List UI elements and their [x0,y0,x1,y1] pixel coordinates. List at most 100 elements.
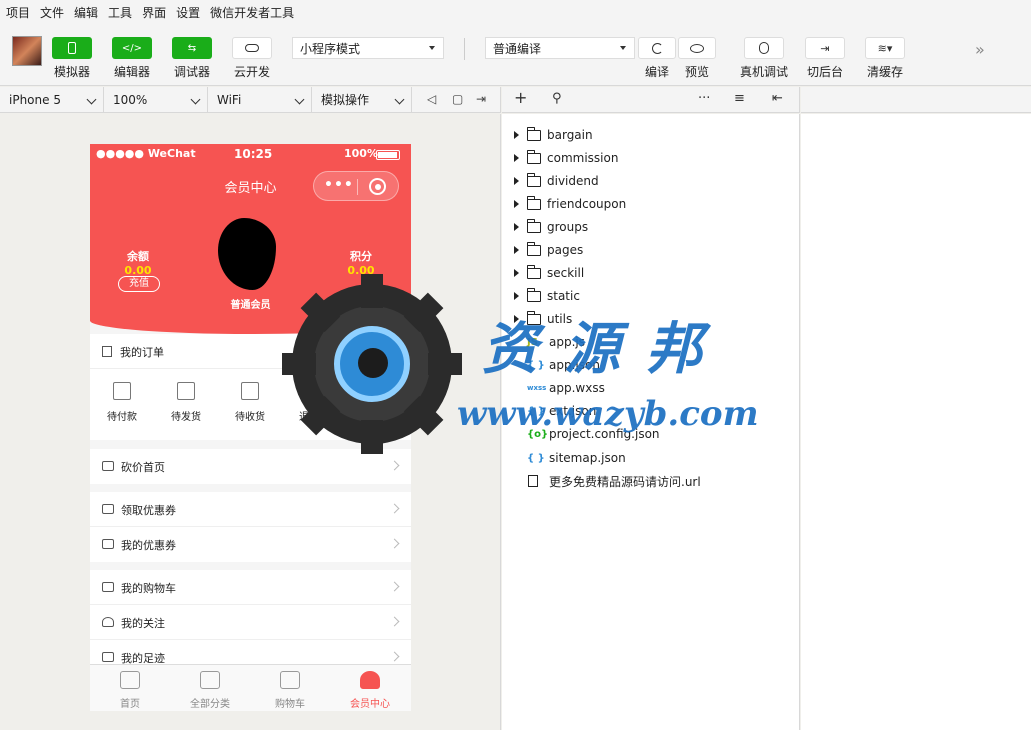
simulator-button[interactable]: 模拟器 [52,37,92,80]
remote-debug-button[interactable]: 真机调试 [740,37,788,80]
panel-toggle-icon[interactable]: ⇤ [772,91,783,106]
clear-cache-button[interactable]: ≋▾ 清缓存 [865,37,905,80]
tree-file[interactable]: 更多免费精品源码请访问.url [502,470,800,492]
tree-item-label: 更多免费精品源码请访问.url [549,474,701,489]
mode-select[interactable]: 小程序模式 [292,37,444,59]
device-value: iPhone 5 [9,92,61,107]
tree-folder[interactable]: static [502,285,800,307]
editor-button[interactable]: </> 编辑器 [112,37,152,80]
more-dots-icon[interactable]: ••• [324,177,354,193]
tag-icon [102,461,114,471]
config-file-icon: {o} [527,428,549,440]
order-pending-shipment[interactable]: 待发货 [156,382,216,423]
tree-file[interactable]: JS app.js [502,331,800,353]
tree-folder[interactable]: commission [502,147,800,169]
tree-item-label: project.config.json [549,427,660,441]
window-icon[interactable]: ▢ [452,92,463,106]
preview-button[interactable]: 预览 [678,37,716,80]
menu-file[interactable]: 文件 [40,4,64,21]
background-button[interactable]: ⇥ 切后台 [805,37,845,80]
tab-member[interactable]: 会员中心 [330,669,410,710]
menu-group-personal: 我的购物车 我的关注 我的足迹 [90,570,411,675]
footprint-icon [102,652,114,662]
capsule-menu[interactable]: ••• [313,171,399,201]
tree-folder[interactable]: bargain [502,124,800,146]
caret-down-icon [620,46,626,50]
order-returns[interactable]: 退换货 [284,382,344,423]
orders-header[interactable]: 我的订单 查看全 [90,334,411,369]
close-miniprogram-icon[interactable] [369,178,386,195]
order-history[interactable]: 足迹 [348,382,408,423]
tab-home[interactable]: 首页 [90,669,170,710]
caret-right-icon [514,131,519,139]
tree-item-label: dividend [547,174,599,188]
device-select[interactable]: iPhone 5 [0,87,104,112]
cloud-icon [245,44,259,52]
box-icon [241,382,259,400]
order-pending-payment[interactable]: 待付款 [92,382,152,423]
operation-select[interactable]: 模拟操作 [312,87,412,112]
tab-cart[interactable]: 购物车 [250,669,330,710]
avatar-redacted[interactable] [218,218,276,290]
tree-item-label: pages [547,243,584,257]
tree-folder[interactable]: seckill [502,262,800,284]
battery-icon [376,150,400,160]
menu-project[interactable]: 项目 [6,4,30,21]
tree-file[interactable]: { } app.json [502,354,800,376]
menu-settings[interactable]: 设置 [176,4,200,21]
more-icon[interactable]: ··· [698,91,710,106]
zoom-select[interactable]: 100% [104,87,208,112]
add-icon[interactable]: + [514,88,527,107]
list-item[interactable]: 我的优惠券 [90,527,411,562]
network-select[interactable]: WiFi [208,87,312,112]
tree-folder[interactable]: dividend [502,170,800,192]
list-item[interactable]: 砍价首页 [90,449,411,484]
compile-button[interactable]: 编译 [638,37,676,80]
list-item[interactable]: 领取优惠券 [90,492,411,527]
speaker-icon[interactable]: ◁ [427,92,436,106]
tree-item-label: seckill [547,266,585,280]
folder-icon [527,172,541,187]
recharge-button[interactable]: 充值 [118,276,160,292]
bug-icon [759,42,769,54]
folder-icon [527,241,541,256]
tab-categories[interactable]: 全部分类 [170,669,250,710]
json-file-icon: { } [527,405,545,417]
double-chevron-right-icon[interactable]: » [975,40,985,59]
tree-file[interactable]: { } ext.json [502,400,800,422]
cloud-label: 云开发 [233,65,270,79]
order-item-label: 待发货 [171,412,201,423]
tree-file[interactable]: {o} project.config.json [502,423,800,445]
balance-stat[interactable]: 余额 0.00 [112,248,164,277]
menu-tools[interactable]: 工具 [108,4,132,21]
tree-file[interactable]: wxss app.wxss [502,377,800,399]
clock-icon [369,382,387,400]
menu-edit[interactable]: 编辑 [74,4,98,21]
menu-view[interactable]: 界面 [142,4,166,21]
status-bar: ●●●●● WeChat 10:25 100% [90,147,411,163]
cloud-button[interactable]: 云开发 [232,37,272,80]
list-item[interactable]: 我的关注 [90,605,411,640]
tree-folder[interactable]: utils [502,308,800,330]
list-item[interactable]: 我的购物车 [90,570,411,605]
tree-file[interactable]: { } sitemap.json [502,447,800,469]
orders-more-link[interactable]: 查看全 [322,344,355,360]
tree-folder[interactable]: pages [502,239,800,261]
menu-devtools[interactable]: 微信开发者工具 [210,4,294,21]
search-icon[interactable]: ⚲ [552,91,562,106]
member-header: ●●●●● WeChat 10:25 100% 会员中心 ••• 余额 0.00… [90,144,411,334]
editor-toolbar: + ⚲ ··· ≡ ⇤ [502,87,800,113]
tree-folder[interactable]: groups [502,216,800,238]
points-stat[interactable]: 积分 0.00 [336,248,386,277]
tree-item-label: sitemap.json [549,451,626,465]
folder-icon [527,218,541,233]
list-item-label: 我的关注 [121,617,165,630]
order-pending-receipt[interactable]: 待收货 [220,382,280,423]
collapse-icon[interactable]: ≡ [734,91,745,106]
detach-icon[interactable]: ⇥ [476,92,486,106]
chevron-down-icon [86,94,97,105]
debugger-button[interactable]: ⇆ 调试器 [172,37,212,80]
compile-mode-select[interactable]: 普通编译 [485,37,635,59]
tree-folder[interactable]: friendcoupon [502,193,800,215]
avatar[interactable] [12,36,42,66]
